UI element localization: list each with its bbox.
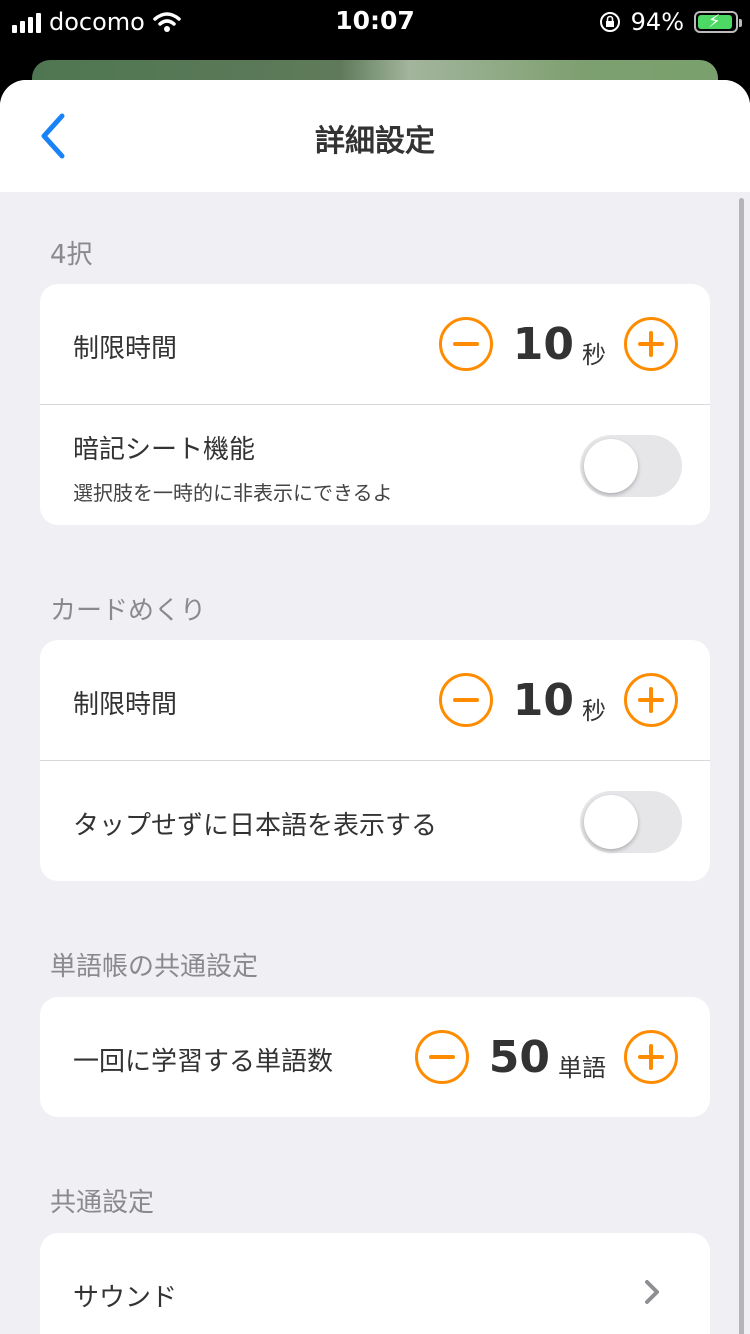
section-header-four-choice: 4択 [50, 240, 93, 270]
decrement-button[interactable] [438, 317, 493, 371]
memory-sheet-label: 暗記シート機能 [73, 435, 256, 465]
chevron-right-icon [645, 1280, 659, 1304]
scroll-indicator[interactable] [739, 198, 744, 1334]
row-time-limit-card-flip: 制限時間 10 秒 [40, 640, 710, 760]
card-wordbook-common: 一回に学習する単語数 50 単語 [40, 997, 710, 1117]
show-japanese-toggle[interactable] [580, 791, 682, 853]
decrement-button[interactable] [438, 673, 493, 727]
memory-sheet-toggle[interactable] [580, 435, 682, 497]
section-header-common: 共通設定 [50, 1188, 155, 1218]
stepper-unit: 秒 [582, 340, 606, 369]
time-limit-label: 制限時間 [73, 334, 178, 364]
row-memory-sheet: 暗記シート機能 選択肢を一時的に非表示にできるよ [40, 404, 710, 525]
decrement-button[interactable] [414, 1030, 469, 1084]
sound-label: サウンド [73, 1283, 178, 1313]
stepper-value: 10 [512, 318, 574, 370]
increment-button[interactable] [624, 673, 678, 727]
memory-sheet-sublabel: 選択肢を一時的に非表示にできるよ [73, 481, 393, 505]
card-four-choice: 制限時間 10 秒 暗記シート機能 選択肢を一時的に非表示にできるよ [40, 284, 710, 525]
increment-button[interactable] [624, 317, 678, 371]
stepper-value: 10 [512, 674, 574, 726]
section-header-wordbook-common: 単語帳の共通設定 [50, 952, 259, 982]
row-sound[interactable]: サウンド [40, 1233, 710, 1334]
words-per-session-label: 一回に学習する単語数 [73, 1047, 334, 1077]
battery-percent: 94% [630, 8, 684, 36]
settings-sheet: 詳細設定 4択 制限時間 10 秒 暗記シート機能 選択肢を一時的に非表示にでき… [0, 80, 750, 1334]
section-header-card-flip: カードめくり [50, 596, 207, 626]
row-time-limit-four-choice: 制限時間 10 秒 [40, 284, 710, 404]
card-card-flip: 制限時間 10 秒 タップせずに日本語を表示する [40, 640, 710, 881]
battery-icon: ⚡ [694, 11, 742, 33]
stepper-unit: 単語 [558, 1053, 606, 1082]
status-bar: docomo 10:07 94% ⚡ [0, 0, 750, 44]
time-limit-label: 制限時間 [73, 690, 178, 720]
increment-button[interactable] [624, 1030, 678, 1084]
row-show-japanese: タップせずに日本語を表示する [40, 760, 710, 881]
show-japanese-label: タップせずに日本語を表示する [73, 811, 438, 841]
time-limit-stepper: 10 秒 [438, 673, 678, 727]
card-common: サウンド [40, 1233, 710, 1334]
toggle-knob [584, 439, 638, 493]
navigation-bar: 詳細設定 [0, 80, 750, 192]
time-limit-stepper: 10 秒 [438, 317, 678, 371]
orientation-lock-icon [599, 12, 620, 32]
words-per-session-stepper: 50 単語 [414, 1030, 678, 1084]
stepper-value: 50 [488, 1031, 550, 1083]
row-words-per-session: 一回に学習する単語数 50 単語 [40, 997, 710, 1117]
page-title: 詳細設定 [315, 124, 435, 159]
status-right: 94% ⚡ [599, 8, 742, 36]
toggle-knob [584, 795, 638, 849]
stepper-unit: 秒 [582, 696, 606, 725]
